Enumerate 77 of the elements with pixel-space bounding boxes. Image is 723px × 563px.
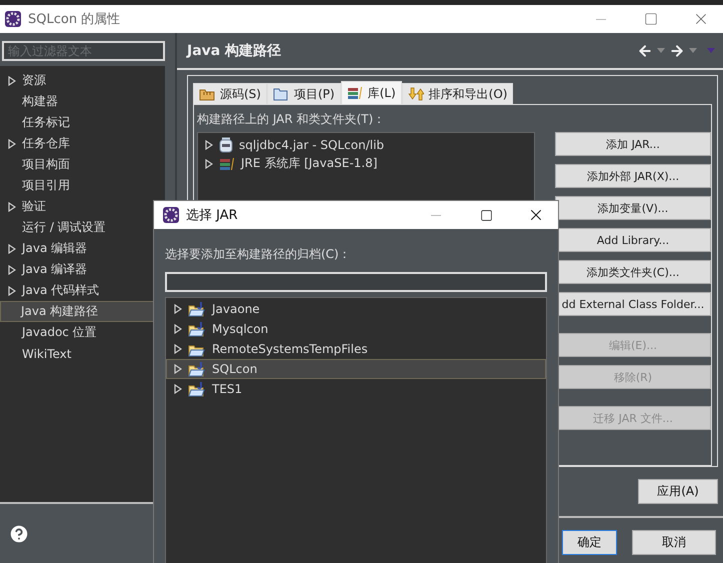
forward-icon (669, 42, 685, 58)
tree-item-label: Mysqlcon (212, 322, 268, 336)
tree-item-label[interactable]: JRE 系统库 [JavaSE-1.8] (241, 155, 378, 172)
expand-icon[interactable] (8, 202, 16, 212)
folder-icon (199, 87, 215, 101)
tree-item-label: 验证 (22, 198, 46, 215)
tree-row[interactable]: Mysqlcon (166, 319, 546, 339)
books-icon (219, 156, 235, 170)
tree-item-label: Javaone (212, 302, 260, 316)
tree-row[interactable]: 构建器 (1, 91, 164, 112)
tree-item-label: Java 编译器 (22, 261, 88, 278)
tab[interactable]: 库(L) (340, 81, 402, 104)
jar-icon (219, 136, 233, 152)
expand-icon[interactable] (8, 138, 16, 148)
action-button[interactable]: 添加外部 JAR(X)... (555, 164, 711, 188)
minimize-icon (431, 214, 441, 216)
tree-item-label: Java 构建路径 (21, 303, 98, 320)
tree-item-label[interactable]: sqljdbc4.jar - SQLcon/lib (239, 138, 384, 152)
tree-row[interactable]: Java 编辑器 (1, 238, 164, 259)
maximize-icon (644, 12, 658, 26)
expand-icon[interactable] (8, 76, 16, 86)
action-button[interactable]: 添加 JAR... (555, 132, 711, 156)
field-label: 选择要添加至构建路径的归档(C)： (165, 246, 352, 263)
tree-row[interactable]: Javaone (166, 299, 546, 319)
tree-item-label: WikiText (22, 346, 72, 360)
tree-item-label: RemoteSystemsTempFiles (212, 342, 368, 356)
gear-icon (4, 10, 22, 28)
dialog-title: 选择 JAR (186, 207, 239, 224)
folder-icon (272, 87, 289, 101)
project-folder-icon (188, 302, 206, 316)
tab[interactable]: 排序和导出(O) (402, 83, 514, 104)
tree-item-label: 项目构面 (22, 156, 70, 173)
expand-icon[interactable] (8, 286, 16, 296)
expand-icon[interactable] (8, 244, 16, 254)
action-button[interactable]: 添加变量(V)... (555, 196, 711, 220)
tree-row[interactable]: Java 代码样式 (1, 280, 164, 301)
expand-icon[interactable] (8, 264, 16, 274)
tree-row[interactable]: 资源 (1, 70, 164, 91)
help-icon[interactable] (8, 522, 30, 544)
tab[interactable]: 项目(P) (266, 83, 341, 104)
gear-icon (162, 206, 180, 224)
tree-item-label: 任务标记 (22, 114, 70, 131)
back-icon (637, 42, 653, 58)
apply-button[interactable]: 应用(A) (638, 479, 718, 504)
tree-item-label: SQLcon (212, 362, 258, 376)
cancel-button[interactable]: 取消 (632, 530, 716, 555)
tree-item-label: 任务仓库 (22, 135, 70, 152)
tree-row[interactable]: 验证 (1, 196, 164, 217)
tree-row[interactable]: RemoteSystemsTempFiles (166, 339, 546, 359)
project-folder-icon (188, 322, 206, 336)
tree-row[interactable]: 任务仓库 (1, 133, 164, 154)
project-folder-icon (188, 382, 206, 396)
tree-row[interactable]: 项目构面 (1, 154, 164, 175)
tree-item-label: Javadoc 位置 (22, 324, 97, 341)
arrows-icon (408, 87, 424, 101)
tree-row[interactable]: Java 编译器 (1, 259, 164, 280)
tree-item-label: 资源 (22, 72, 46, 89)
section-label: 构建路径上的 JAR 和类文件夹(T)： (197, 111, 386, 128)
tree-item-label: Java 代码样式 (22, 282, 100, 299)
tree-item-label: 构建器 (22, 93, 58, 110)
selected-tree-row[interactable]: SQLcon (166, 359, 546, 379)
ok-button[interactable]: 确定 (562, 530, 617, 555)
minimize-icon (596, 18, 606, 20)
tree-row[interactable]: 任务标记 (1, 112, 164, 133)
tab[interactable]: 源码(S) (193, 83, 267, 104)
search-field[interactable] (165, 272, 547, 292)
tree-item-label: 项目引用 (22, 177, 70, 194)
window-title: SQLcon 的属性 (28, 11, 122, 28)
tree-item-label: TES1 (212, 382, 242, 396)
tree-item-label: 运行 / 调试设置 (22, 219, 106, 236)
page-title: Java 构建路径 (187, 42, 282, 60)
maximize-icon (480, 208, 492, 222)
tree-row[interactable]: TES1 (166, 379, 546, 399)
tree-row[interactable]: 项目引用 (1, 175, 164, 196)
tree-item-label: Java 编辑器 (22, 240, 88, 257)
books-icon (346, 86, 363, 100)
project-folder-icon (188, 362, 206, 376)
